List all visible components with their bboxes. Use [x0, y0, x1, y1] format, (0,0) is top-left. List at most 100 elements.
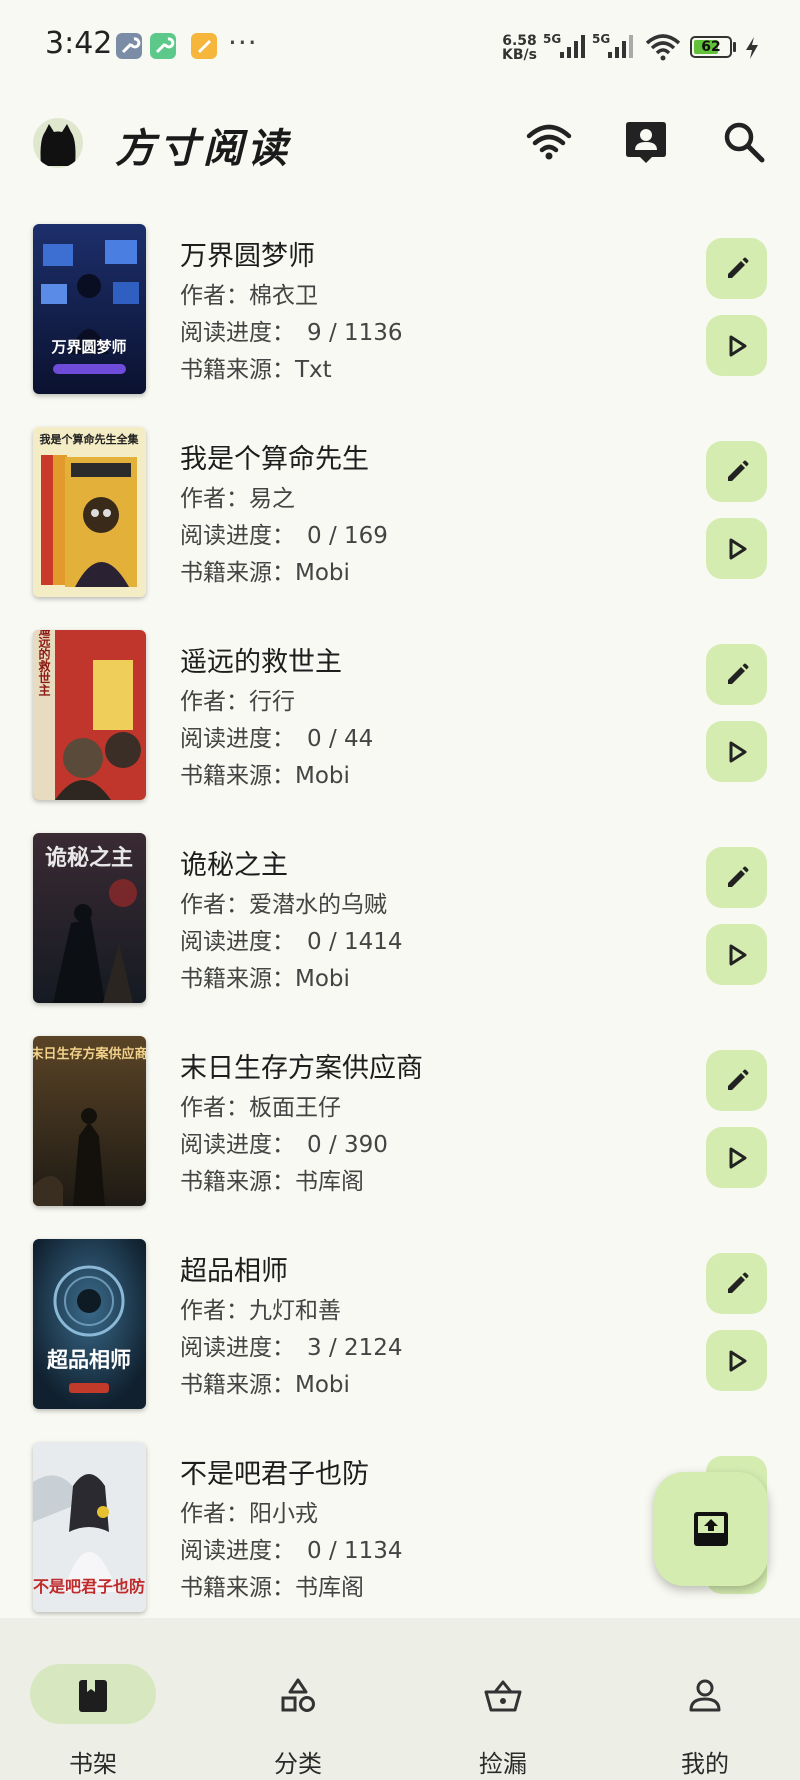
- book-author: 作者：九灯和善: [180, 1298, 341, 1324]
- book-author: 作者：阳小戎: [180, 1501, 318, 1527]
- svg-text:超品相师: 超品相师: [47, 1348, 131, 1372]
- read-button[interactable]: [706, 924, 767, 985]
- edit-button[interactable]: [706, 1253, 767, 1314]
- book-title: 末日生存方案供应商: [180, 1053, 423, 1084]
- signal-icon: [560, 35, 585, 58]
- book-item[interactable]: 遥远的救世主 遥远的救世主 作者：行行 阅读进度： 0 / 44 书籍来源：Mob…: [0, 616, 800, 819]
- nav-item-profile[interactable]: 我的: [612, 1642, 800, 1778]
- pencil-icon: [727, 460, 748, 481]
- book-source: 书籍来源：书库阁: [180, 1575, 364, 1601]
- signal-icon-2: [608, 35, 633, 58]
- charging-icon: [746, 37, 758, 59]
- read-button[interactable]: [706, 518, 767, 579]
- pencil-icon: [727, 663, 748, 684]
- edit-button[interactable]: [706, 1050, 767, 1111]
- book-progress: 阅读进度： 0 / 1134: [180, 1538, 403, 1564]
- status-bar: 3:42 ··· 6.58 KB/s 5G 5G 62: [0, 0, 800, 96]
- play-icon: [729, 1147, 746, 1168]
- edit-button[interactable]: [706, 847, 767, 908]
- read-button[interactable]: [706, 721, 767, 782]
- book-title: 万界圆梦师: [180, 241, 315, 272]
- contacts-icon[interactable]: [622, 118, 670, 166]
- nav-item-bookshelf[interactable]: 书架: [0, 1642, 200, 1778]
- book-title: 超品相师: [180, 1256, 288, 1287]
- book-progress: 阅读进度： 0 / 390: [180, 1132, 388, 1158]
- svg-text:我是个算命先生全集: 我是个算命先生全集: [40, 432, 140, 446]
- app-bar: 方寸阅读: [0, 96, 800, 192]
- wrench-app-icon: [150, 33, 176, 59]
- wifi-icon[interactable]: [525, 118, 573, 166]
- read-button[interactable]: [706, 315, 767, 376]
- book-author: 作者：行行: [180, 689, 295, 715]
- book-item[interactable]: 超品相师 超品相师 作者：九灯和善 阅读进度： 3 / 2124 书籍来源：Mob…: [0, 1225, 800, 1428]
- play-icon: [729, 741, 746, 762]
- svg-text:遥远的救世主: 遥远的救世主: [37, 630, 51, 697]
- book-source: 书籍来源：Mobi: [180, 1372, 350, 1398]
- search-icon[interactable]: [720, 118, 768, 166]
- book-cover[interactable]: 不是吧君子也防: [33, 1442, 146, 1612]
- book-source: 书籍来源：Mobi: [180, 966, 350, 992]
- app-title: 方寸阅读: [115, 125, 291, 172]
- pencil-icon: [727, 866, 748, 887]
- book-progress: 阅读进度： 0 / 169: [180, 523, 388, 549]
- more-notifications-icon: ···: [228, 26, 258, 59]
- read-button[interactable]: [706, 1330, 767, 1391]
- book-cover[interactable]: 诡秘之主: [33, 833, 146, 1003]
- book-item[interactable]: 末日生存方案供应商 末日生存方案供应商 作者：板面王仔 阅读进度： 0 / 390…: [0, 1022, 800, 1225]
- play-icon: [729, 944, 746, 965]
- wifi-status-icon: [645, 34, 681, 61]
- play-icon: [729, 1350, 746, 1371]
- nav-item-category[interactable]: 分类: [205, 1642, 405, 1778]
- pencil-icon: [727, 1272, 748, 1293]
- app-logo: [33, 118, 83, 168]
- book-author: 作者：爱潜水的乌贼: [180, 892, 387, 918]
- basket-icon: [484, 1680, 522, 1712]
- book-title: 诡秘之主: [180, 850, 288, 881]
- book-progress: 阅读进度： 9 / 1136: [180, 320, 403, 346]
- notes-app-icon: [191, 33, 217, 59]
- book-source: 书籍来源：Txt: [180, 357, 332, 383]
- battery-indicator: 62: [690, 36, 732, 58]
- read-button[interactable]: [706, 1127, 767, 1188]
- book-cover[interactable]: 万界圆梦师: [33, 224, 146, 394]
- play-icon: [729, 335, 746, 356]
- nav-label: 书架: [69, 1750, 117, 1778]
- play-icon: [729, 538, 746, 559]
- book-title: 遥远的救世主: [180, 647, 342, 678]
- nav-label: 我的: [681, 1750, 729, 1778]
- book-source: 书籍来源：Mobi: [180, 560, 350, 586]
- book-source: 书籍来源：书库阁: [180, 1169, 364, 1195]
- book-item[interactable]: 我是个算命先生全集 我是个算命先生 作者：易之 阅读进度： 0 / 169 书籍来…: [0, 413, 800, 616]
- edit-button[interactable]: [706, 644, 767, 705]
- book-cover[interactable]: 我是个算命先生全集: [33, 427, 146, 597]
- book-author: 作者：板面王仔: [180, 1095, 341, 1121]
- pencil-icon: [727, 257, 748, 278]
- status-time: 3:42: [45, 26, 113, 61]
- svg-text:诡秘之主: 诡秘之主: [45, 845, 133, 871]
- svg-text:末日生存方案供应商: 末日生存方案供应商: [33, 1046, 146, 1062]
- book-progress: 阅读进度： 0 / 1414: [180, 929, 403, 955]
- book-cover[interactable]: 超品相师: [33, 1239, 146, 1409]
- book-author: 作者：棉衣卫: [180, 283, 318, 309]
- svg-text:不是吧君子也防: 不是吧君子也防: [33, 1577, 145, 1596]
- svg-text:万界圆梦师: 万界圆梦师: [50, 338, 126, 356]
- book-title: 不是吧君子也防: [180, 1459, 369, 1490]
- book-progress: 阅读进度： 3 / 2124: [180, 1335, 403, 1361]
- tools-app-icon: [116, 33, 142, 59]
- book-author: 作者：易之: [180, 486, 295, 512]
- book-item[interactable]: 诡秘之主 诡秘之主 作者：爱潜水的乌贼 阅读进度： 0 / 1414 书籍来源：M…: [0, 819, 800, 1022]
- book-item[interactable]: 万界圆梦师 万界圆梦师 作者：棉衣卫 阅读进度： 9 / 1136 书籍来源：Tx…: [0, 210, 800, 413]
- nav-item-deals[interactable]: 捡漏: [410, 1642, 610, 1778]
- book-icon: [79, 1680, 107, 1712]
- pencil-icon: [727, 1069, 748, 1090]
- book-cover[interactable]: 末日生存方案供应商: [33, 1036, 146, 1206]
- book-cover[interactable]: 遥远的救世主: [33, 630, 146, 800]
- book-progress: 阅读进度： 0 / 44: [180, 726, 374, 752]
- book-source: 书籍来源：Mobi: [180, 763, 350, 789]
- person-icon: [689, 1679, 721, 1712]
- import-book-button[interactable]: [654, 1472, 768, 1586]
- edit-button[interactable]: [706, 441, 767, 502]
- nav-label: 捡漏: [479, 1750, 527, 1778]
- book-title: 我是个算命先生: [180, 444, 369, 475]
- edit-button[interactable]: [706, 238, 767, 299]
